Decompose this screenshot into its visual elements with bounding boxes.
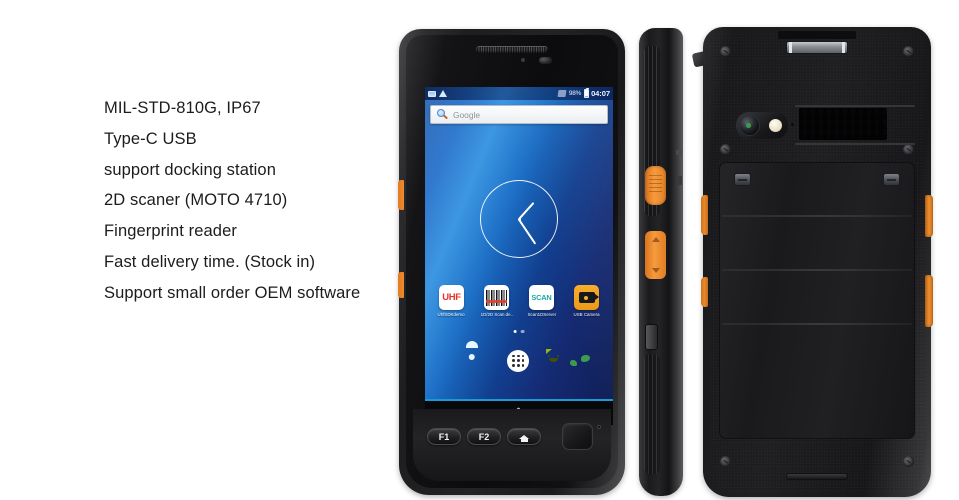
- fingerprint-reader-pad[interactable]: [562, 423, 593, 450]
- side-notch: [676, 176, 682, 185]
- analog-clock-widget[interactable]: [480, 180, 558, 258]
- google-search-widget[interactable]: Google: [430, 105, 608, 124]
- side-button-accent: [701, 195, 708, 235]
- app-icon-usb-camera[interactable]: USB Camera: [567, 285, 607, 317]
- earpiece-speaker-icon: [476, 46, 548, 53]
- message-icon[interactable]: [543, 350, 566, 373]
- battery-icon: [583, 88, 589, 98]
- clock-hour-hand: [518, 202, 535, 220]
- mute-icon: [557, 90, 567, 97]
- camera-module: [736, 112, 788, 139]
- app-drawer-icon[interactable]: [507, 349, 530, 373]
- wifi-icon: [439, 90, 448, 97]
- home-screen-app-row: UHF UhfSDKdemo 1D/2D Scan de.. SCAN Scan…: [429, 285, 609, 317]
- contacts-icon[interactable]: [472, 350, 495, 373]
- battery-latch-left[interactable]: [734, 173, 751, 186]
- feature-list: MIL-STD-810G, IP67 Type-C USB support do…: [104, 100, 404, 316]
- hardware-key-row: F1 F2: [427, 428, 541, 445]
- bottom-speaker: [786, 473, 848, 480]
- screw-icon: [903, 456, 914, 467]
- scan-icon-text: SCAN: [531, 293, 552, 302]
- volume-rocker[interactable]: [645, 231, 666, 279]
- search-icon: [437, 109, 449, 120]
- grille-band: [795, 143, 915, 145]
- feature-line: Support small order OEM software: [104, 283, 361, 302]
- rear-camera-icon: [739, 115, 760, 136]
- home-icon: [518, 432, 530, 443]
- feature-line: MIL-STD-810G, IP67: [104, 99, 261, 117]
- app-label: Scan1DServer: [527, 312, 556, 317]
- f2-key[interactable]: F2: [467, 428, 501, 445]
- feature-line: Fast delivery time. (Stock in): [104, 252, 316, 271]
- type-c-usb-port: [645, 324, 658, 350]
- browser-icon[interactable]: [579, 350, 602, 373]
- clock-center-pin: [517, 217, 521, 221]
- home-page-indicator[interactable]: [513, 330, 525, 334]
- page-dot: [521, 330, 525, 334]
- clock-minute-hand: [518, 218, 537, 245]
- barcode-icon: [484, 285, 509, 310]
- battery-latch-right[interactable]: [883, 173, 900, 186]
- app-icon-uhf-sdk-demo[interactable]: UHF UhfSDKdemo: [432, 285, 472, 317]
- home-dock: [425, 342, 613, 380]
- usb-camera-icon: [574, 285, 599, 310]
- side-grip-texture: [644, 354, 660, 474]
- sd-card-icon: [428, 90, 436, 97]
- battery-cover: [719, 162, 915, 439]
- scan-icon: SCAN: [529, 285, 554, 310]
- feature-line: support docking station: [104, 160, 276, 179]
- app-label: USB Camera: [573, 312, 600, 317]
- side-button-accent: [701, 277, 708, 307]
- scan-trigger-button[interactable]: [645, 166, 666, 205]
- page-dot: [513, 330, 517, 334]
- feature-line: Type-C USB: [104, 129, 197, 148]
- status-bar-clock: 04:07: [591, 89, 610, 98]
- front-bezel: 98% 04:07 Google UHF UhfSDKdemo 1D/2D Sc…: [406, 35, 618, 488]
- screw-icon: [903, 46, 914, 57]
- barcode-scanner-window: [786, 41, 848, 54]
- app-label: UhfSDKdemo: [438, 312, 465, 317]
- uhf-icon: UHF: [439, 285, 464, 310]
- app-label: 1D/2D Scan de..: [480, 312, 513, 317]
- device-side-view: [633, 28, 711, 496]
- f1-key[interactable]: F1: [427, 428, 461, 445]
- side-button-accent: [398, 272, 404, 298]
- device-back-view: [701, 27, 933, 497]
- side-notch: [676, 150, 682, 155]
- product-image-canvas: MIL-STD-810G, IP67 Type-C USB support do…: [0, 0, 959, 500]
- volume-down-icon[interactable]: [651, 268, 660, 273]
- device-front-view: 98% 04:07 Google UHF UhfSDKdemo 1D/2D Sc…: [398, 29, 625, 495]
- camera-flash-icon: [769, 119, 782, 132]
- status-bar: 98% 04:07: [425, 87, 613, 100]
- feature-line: Fingerprint reader: [104, 222, 237, 241]
- uhf-icon-text: UHF: [442, 292, 461, 303]
- phone-icon[interactable]: [436, 350, 459, 373]
- feature-line: 2D scaner (MOTO 4710): [104, 191, 288, 210]
- screw-icon: [720, 144, 731, 155]
- search-widget-label: Google: [453, 109, 481, 120]
- app-icon-scan-server[interactable]: SCAN Scan1DServer: [522, 285, 562, 317]
- volume-rocker[interactable]: [925, 275, 933, 327]
- microphone-icon: [597, 426, 600, 429]
- scanner-housing: [778, 31, 856, 39]
- volume-up-icon[interactable]: [651, 237, 660, 242]
- device-chin: F1 F2: [413, 409, 611, 481]
- battery-percent: 98%: [568, 90, 582, 97]
- front-camera-icon: [539, 57, 552, 64]
- scan-trigger-button[interactable]: [925, 195, 933, 237]
- screw-icon: [720, 46, 731, 57]
- microphone-icon: [791, 123, 794, 126]
- device-screen[interactable]: 98% 04:07 Google UHF UhfSDKdemo 1D/2D Sc…: [425, 87, 613, 425]
- screw-icon: [903, 144, 914, 155]
- screw-icon: [720, 456, 731, 467]
- home-key[interactable]: [507, 428, 541, 445]
- app-icon-scan-demo[interactable]: 1D/2D Scan de..: [477, 285, 517, 317]
- grille-band: [795, 105, 915, 107]
- speaker-grille: [799, 108, 887, 140]
- proximity-sensor-icon: [521, 58, 525, 62]
- side-button-accent: [398, 180, 404, 210]
- side-chassis: [639, 28, 683, 496]
